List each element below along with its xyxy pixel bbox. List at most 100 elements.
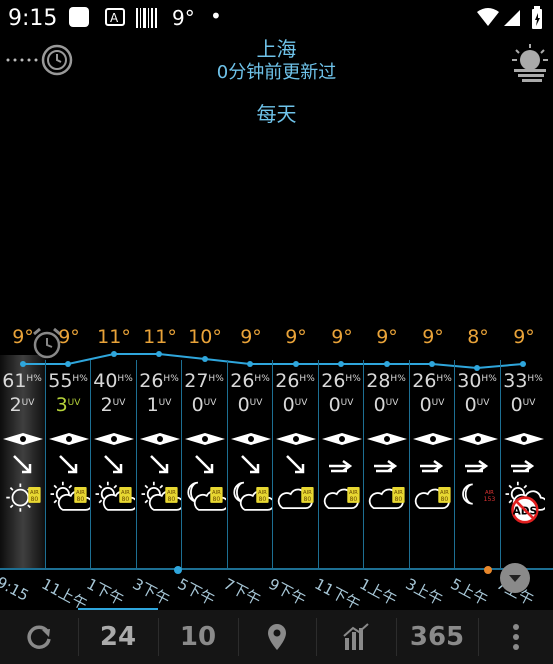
air-label: AIR	[440, 490, 449, 496]
time-label: 3上午	[402, 574, 446, 610]
hour-column[interactable]: 9° 26H% 0UV AIR 80	[273, 320, 318, 572]
hour-column[interactable]: 9° 26H% 0UV AIR 80	[228, 320, 273, 572]
air-value: 80	[213, 496, 221, 503]
hour-column[interactable]: 10° 27H% 0UV AIR 80	[182, 320, 227, 572]
status-temp: 9°	[172, 6, 195, 30]
wind-arrow-icon	[420, 459, 444, 473]
tab-10-days[interactable]: 10	[158, 610, 238, 664]
barcode-icon	[136, 8, 157, 28]
air-label: AIR	[167, 490, 176, 496]
wind-direction-icon	[140, 433, 180, 445]
tab-24-label: 24	[99, 622, 137, 652]
uv-index: 2UV	[100, 394, 126, 416]
wind-direction-icon	[185, 433, 225, 445]
column-separator	[90, 360, 91, 568]
tab-24-hours[interactable]: 24	[78, 610, 158, 664]
temperature: 9°	[285, 326, 307, 348]
wind-direction-icon	[413, 433, 453, 445]
humidity: 61H%	[2, 370, 42, 392]
wind-direction-icon	[3, 433, 43, 445]
temperature: 9°	[513, 326, 535, 348]
location-button[interactable]	[238, 610, 316, 664]
weather-condition-icon: AIR80	[50, 481, 90, 511]
air-value: 80	[122, 496, 130, 503]
uv-index: 0UV	[419, 394, 445, 416]
humidity: 55H%	[48, 370, 88, 392]
humidity: 26H%	[321, 370, 361, 392]
view-mode-label[interactable]: 每天	[0, 98, 553, 127]
humidity: 40H%	[93, 370, 133, 392]
air-value: 80	[77, 496, 85, 503]
hour-column[interactable]: 9° 33H%0UV ADS	[501, 320, 546, 572]
humidity: 28H%	[366, 370, 406, 392]
uv-index: 0UV	[328, 394, 354, 416]
column-separator	[181, 360, 182, 568]
air-label: AIR	[212, 490, 221, 496]
time-label: 5下午	[174, 574, 218, 610]
chart-icon	[343, 623, 369, 650]
weather-condition-icon: AIR80	[368, 487, 405, 510]
hour-column[interactable]: 9° 28H% 0UV AIR 80	[364, 320, 409, 572]
temperature: 9°	[12, 326, 34, 348]
air-label: AIR	[258, 490, 267, 496]
chevron-down-icon	[509, 575, 521, 582]
weather-condition-icon: AIR153	[462, 483, 495, 505]
time-label: 1下午	[83, 574, 127, 610]
hour-column[interactable]: 11° 26H% 1UV AIR 80	[137, 320, 182, 572]
hour-column[interactable]: 9° 61H% 2UV AIR 80	[0, 320, 45, 572]
wind-direction-icon	[504, 433, 544, 445]
refresh-icon	[27, 625, 51, 649]
wind-arrow-icon	[241, 455, 260, 474]
hour-column[interactable]: 11° 40H% 2UV AIR 80	[91, 320, 136, 572]
tab-365-label: 365	[409, 622, 465, 652]
updated-text: 0分钟前更新过	[216, 62, 337, 83]
humidity: 33H%	[503, 370, 543, 392]
temperature: 8°	[467, 326, 489, 348]
wind-arrow-icon	[329, 459, 353, 473]
hour-column[interactable]: 9° 26H% 0UV AIR 80	[410, 320, 455, 572]
weather-condition-icon: AIR80	[95, 481, 135, 511]
wind-arrow-icon	[150, 455, 169, 474]
weather-condition-icon: AIR80	[187, 481, 226, 511]
humidity: 26H%	[412, 370, 452, 392]
air-value: 80	[259, 496, 267, 503]
now-marker	[174, 566, 182, 574]
status-time: 9:15	[8, 6, 58, 31]
air-label: AIR	[30, 490, 39, 496]
time-label: 7下午	[220, 574, 264, 610]
air-value: 80	[395, 496, 403, 503]
time-label: 5上午	[447, 574, 491, 610]
wind-direction-icon	[94, 433, 134, 445]
air-value: 80	[350, 496, 358, 503]
temperature: 9°	[422, 326, 444, 348]
wind-arrow-icon	[104, 455, 123, 474]
refresh-button[interactable]	[0, 610, 78, 664]
uv-index: 3UV	[55, 394, 81, 416]
sunrise-marker	[484, 566, 492, 574]
time-label: 1上午	[356, 574, 400, 610]
sun-fog-icon[interactable]	[510, 42, 550, 82]
wind-arrow-icon	[465, 459, 489, 473]
column-separator	[454, 360, 455, 568]
tab-365-days[interactable]: 365	[396, 610, 478, 664]
column-separator	[227, 360, 228, 568]
column-separator	[272, 360, 273, 568]
hour-column[interactable]: 9° 26H% 0UV AIR 80	[319, 320, 364, 572]
air-label: AIR	[76, 490, 85, 496]
uv-index: 1UV	[146, 394, 172, 416]
uv-index: 0UV	[510, 394, 536, 416]
air-label: AIR	[121, 490, 130, 496]
air-value: 80	[31, 496, 39, 503]
graph-button[interactable]	[316, 610, 396, 664]
status-bar: 9:15 A 9° •	[0, 0, 553, 36]
scroll-down-button[interactable]	[500, 563, 530, 593]
hour-column[interactable]: 8° 30H% 0UV AIR 153	[455, 320, 500, 572]
more-vert-icon	[512, 624, 519, 650]
hour-column[interactable]: 9° 55H% 3UV AIR 80	[46, 320, 91, 572]
more-menu-button[interactable]	[478, 610, 553, 664]
wifi-icon	[477, 8, 499, 26]
time-label: 3下午	[129, 574, 173, 610]
time-axis[interactable]: 9:1511上午1下午3下午5下午7下午9下午11下午1上午3上午5上午7上午	[0, 563, 553, 614]
wind-direction-icon	[231, 433, 271, 445]
svg-text:A: A	[110, 11, 119, 25]
